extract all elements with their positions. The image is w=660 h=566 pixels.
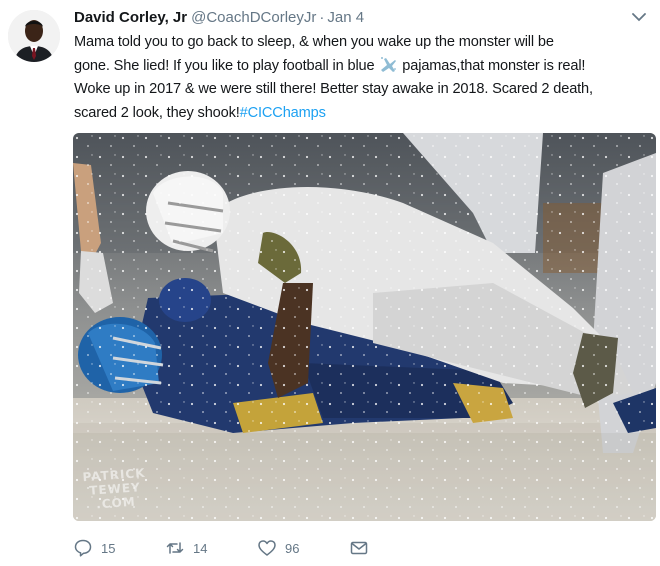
direct-message-button[interactable] (349, 536, 377, 560)
tweet-text: Mama told you to go back to sleep, & whe… (74, 31, 656, 125)
tweet-header: David Corley, Jr @CoachDCorleyJr · Jan 4 (74, 8, 646, 28)
reply-button[interactable]: 15 (73, 536, 115, 560)
tweet-actions: 15 14 96 (73, 536, 473, 560)
heart-icon (258, 540, 276, 556)
tweet-text-line4: scared 2 look, they shook! (74, 104, 240, 121)
photo-watermark: PATRICK TEWEY .COM (82, 465, 146, 512)
tweet-text-line1: Mama told you to go back to sleep, & whe… (74, 34, 554, 50)
tweet-text-line2a: gone. She lied! If you like to play foot… (74, 57, 379, 74)
like-button[interactable]: 96 (257, 536, 299, 560)
chevron-down-icon[interactable] (632, 12, 646, 22)
author-avatar[interactable] (8, 10, 60, 62)
retweet-icon (166, 542, 184, 554)
author-handle[interactable]: @CoachDCorleyJr (191, 9, 316, 26)
tweet-date[interactable]: Jan 4 (327, 9, 364, 26)
hashtag-link[interactable]: #CICChamps (240, 105, 326, 121)
separator-dot: · (319, 9, 325, 26)
reply-icon (74, 539, 92, 557)
tweet-photo[interactable] (73, 133, 656, 521)
tweet-text-line3: Woke up in 2017 & we were still there! B… (74, 81, 593, 97)
envelope-icon (350, 541, 368, 555)
author-name[interactable]: David Corley, Jr (74, 9, 187, 26)
retweet-button[interactable]: 14 (165, 536, 207, 560)
tweet-text-line2b: pajamas,that monster is real! (398, 57, 586, 74)
like-count: 96 (285, 540, 300, 556)
reply-count: 15 (101, 540, 116, 556)
retweet-count: 14 (193, 540, 208, 556)
airplane-emoji-icon (381, 56, 397, 72)
tweet-card[interactable]: David Corley, Jr @CoachDCorleyJr · Jan 4 Ma… (0, 0, 660, 566)
